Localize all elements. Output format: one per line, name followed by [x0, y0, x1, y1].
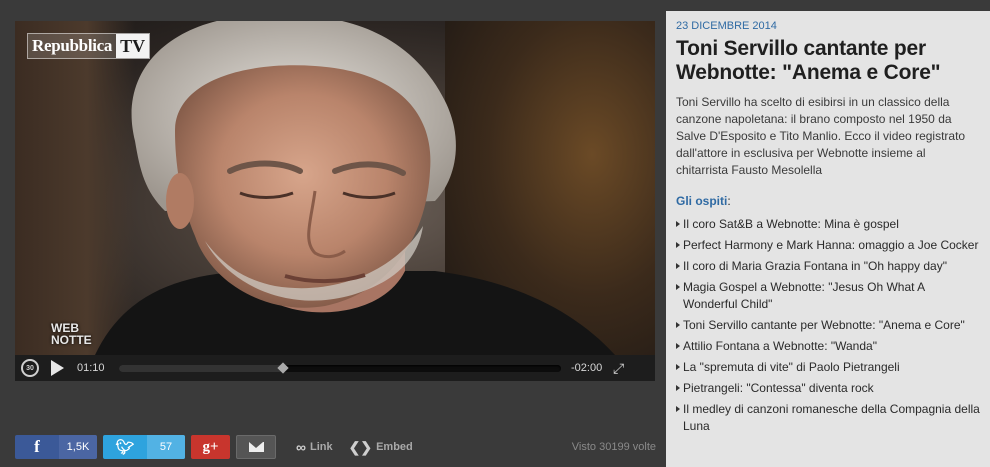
guest-link[interactable]: Magia Gospel a Webnotte: "Jesus Oh What …	[676, 279, 980, 313]
guest-link[interactable]: Il medley di canzoni romanesche della Co…	[676, 401, 980, 435]
logo-tv: TV	[116, 34, 150, 58]
embed-label: Embed	[376, 441, 413, 453]
embed-button[interactable]: ❮❯ Embed	[349, 439, 413, 456]
guest-link[interactable]: Il coro di Maria Grazia Fontana in "Oh h…	[676, 258, 980, 275]
webnotte-watermark: WEB NOTTE	[51, 322, 92, 346]
video-frame[interactable]: Repubblica TV WEB NOTTE	[15, 21, 655, 355]
video-still-man	[95, 21, 615, 355]
logo-word: Repubblica	[32, 36, 113, 55]
facebook-count: 1,5K	[59, 435, 97, 459]
link-button[interactable]: ∞ Link	[296, 439, 333, 455]
fullscreen-icon[interactable]: ⤢	[613, 360, 624, 377]
share-toolbar: f 1,5K 🐦︎ 57 g+ ∞ Link ❮❯ Embed Visto 30…	[15, 434, 656, 460]
current-time: 01:10	[77, 362, 105, 374]
guest-link[interactable]: Pietrangeli: "Contessa" diventa rock	[676, 380, 980, 397]
view-count: Visto 30199 volte	[571, 441, 656, 453]
link-label: Link	[309, 441, 333, 453]
guest-link[interactable]: Il coro Sat&B a Webnotte: Mina è gospel	[676, 216, 980, 233]
video-player-column: Repubblica TV WEB NOTTE 30 01:10 -02:00 …	[0, 0, 666, 467]
twitter-share-button[interactable]: 🐦︎ 57	[103, 435, 185, 459]
facebook-icon: f	[34, 437, 40, 456]
twitter-icon: 🐦︎	[115, 439, 135, 456]
article-date: 23 DICEMBRE 2014	[676, 20, 777, 32]
guest-list: Il coro Sat&B a Webnotte: Mina è gospel …	[676, 216, 980, 435]
guests-heading-colon: :	[727, 194, 731, 208]
watermark-line2: NOTTE	[51, 333, 92, 347]
replay-icon[interactable]: 30	[21, 359, 39, 377]
guests-heading: Gli ospiti:	[676, 194, 980, 208]
repubblica-tv-logo: Repubblica TV	[27, 33, 151, 59]
article-description: Toni Servillo ha scelto di esibirsi in u…	[676, 95, 966, 177]
remaining-time: -02:00	[571, 362, 603, 374]
article-title: Toni Servillo cantante per Webnotte: "An…	[676, 37, 941, 84]
seek-bar-fill	[119, 364, 283, 372]
guests-heading-text: Gli ospiti	[676, 194, 728, 208]
mail-share-button[interactable]	[236, 435, 276, 459]
guest-link[interactable]: Toni Servillo cantante per Webnotte: "An…	[676, 317, 980, 334]
google-plus-icon: g+	[202, 438, 219, 455]
guest-link[interactable]: Perfect Harmony e Mark Hanna: omaggio a …	[676, 237, 980, 254]
play-icon[interactable]	[51, 360, 64, 376]
player-controls: 30 01:10 -02:00 ⤢	[15, 355, 655, 381]
guest-link[interactable]: Attilio Fontana a Webnotte: "Wanda"	[676, 338, 980, 355]
mail-icon	[237, 436, 275, 458]
facebook-share-button[interactable]: f 1,5K	[15, 435, 97, 459]
guest-link[interactable]: La "spremuta di vite" di Paolo Pietrange…	[676, 359, 980, 376]
twitter-count: 57	[147, 435, 185, 459]
link-icon: ∞	[296, 439, 306, 455]
seek-bar[interactable]	[119, 361, 561, 374]
article-panel: 23 DICEMBRE 2014 Toni Servillo cantante …	[666, 11, 990, 467]
embed-icon: ❮❯	[348, 438, 373, 455]
google-plus-share-button[interactable]: g+	[191, 435, 230, 459]
